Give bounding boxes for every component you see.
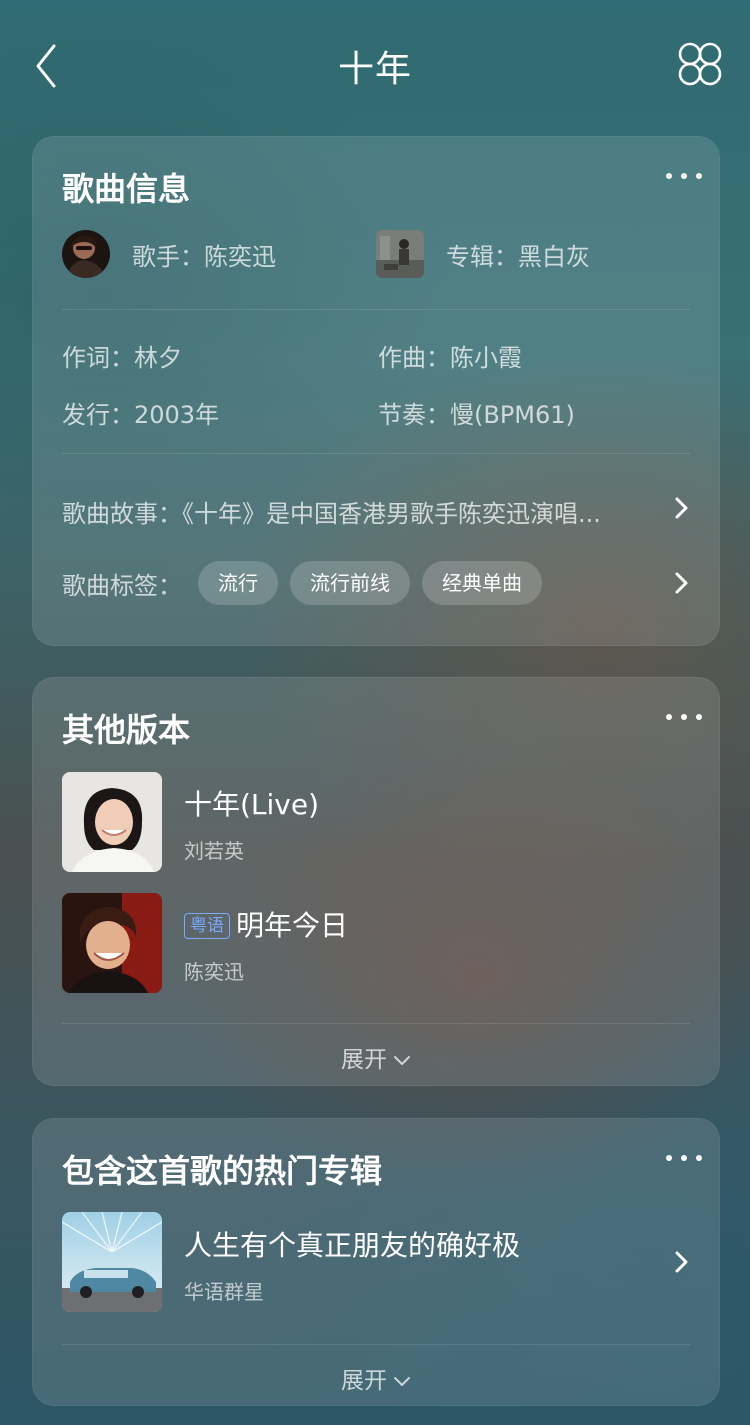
album-label: 专辑：黑白灰 xyxy=(446,242,590,271)
divider xyxy=(62,1023,690,1024)
version-title: 十年(Live) xyxy=(184,788,320,821)
chevron-right-icon[interactable] xyxy=(674,496,690,520)
version-thumbnail xyxy=(62,893,162,993)
divider xyxy=(62,309,690,310)
expand-button[interactable]: 展开 xyxy=(32,1040,720,1074)
page-title: 十年 xyxy=(337,49,412,90)
divider xyxy=(62,1344,690,1345)
album-title: 人生有个真正朋友的确好极 xyxy=(184,1229,521,1262)
album-row[interactable]: 专辑：黑白灰 xyxy=(376,230,590,278)
other-versions-card: 其他版本 十年(Live) 刘若英 粤语 明年今日 陈奕迅 展开 xyxy=(32,677,720,1086)
tempo-label: 节奏：慢(BPM61) xyxy=(378,401,575,429)
tag-pop-frontline[interactable]: 流行前线 xyxy=(290,561,410,605)
tag-pop[interactable]: 流行 xyxy=(198,561,278,605)
more-icon[interactable] xyxy=(666,707,702,727)
chevron-right-icon[interactable] xyxy=(674,1250,690,1274)
chevron-right-icon[interactable] xyxy=(674,571,690,595)
hot-albums-card: 包含这首歌的热门专辑 人生有个真正朋友的确好极 华语群星 展开 xyxy=(32,1118,720,1406)
release-label: 发行：2003年 xyxy=(62,401,220,429)
lyricist-label: 作词：林夕 xyxy=(62,344,182,372)
chevron-down-icon xyxy=(394,1055,410,1065)
version-title: 粤语 明年今日 xyxy=(184,904,348,944)
song-tags-label: 歌曲标签： xyxy=(62,571,182,600)
divider xyxy=(62,453,690,454)
singer-avatar xyxy=(62,230,110,278)
album-cover xyxy=(376,230,424,278)
more-icon[interactable] xyxy=(666,1148,702,1168)
version-artist: 刘若英 xyxy=(184,839,244,863)
tag-classic-single[interactable]: 经典单曲 xyxy=(422,561,542,605)
song-info-card: 歌曲信息 歌手：陈奕迅 专辑：黑白灰 作词：林夕 作曲：陈小霞 发行：2003年… xyxy=(32,136,720,646)
more-icon[interactable] xyxy=(666,166,702,186)
version-thumbnail xyxy=(62,772,162,872)
chevron-down-icon xyxy=(394,1376,410,1386)
song-tags-row: 歌曲标签： 流行 流行前线 经典单曲 xyxy=(62,561,554,605)
other-versions-title: 其他版本 xyxy=(62,711,191,749)
cantonese-badge: 粤语 xyxy=(184,913,230,939)
top-bar: 十年 xyxy=(0,0,750,130)
song-story-row[interactable]: 歌曲故事：《十年》是中国香港男歌手陈奕迅演唱... xyxy=(62,494,662,529)
album-thumbnail xyxy=(62,1212,162,1312)
composer-label: 作曲：陈小霞 xyxy=(378,344,522,372)
singer-label: 歌手：陈奕迅 xyxy=(132,242,276,271)
version-artist: 陈奕迅 xyxy=(184,960,244,984)
clover-menu-button[interactable] xyxy=(676,40,724,88)
hot-albums-title: 包含这首歌的热门专辑 xyxy=(62,1152,383,1190)
clover-icon xyxy=(678,42,722,86)
expand-button[interactable]: 展开 xyxy=(32,1361,720,1395)
song-info-title: 歌曲信息 xyxy=(62,170,191,208)
singer-row[interactable]: 歌手：陈奕迅 xyxy=(62,230,276,278)
album-artist: 华语群星 xyxy=(184,1280,264,1304)
song-story-text: 歌曲故事：《十年》是中国香港男歌手陈奕迅演唱... xyxy=(62,500,601,528)
